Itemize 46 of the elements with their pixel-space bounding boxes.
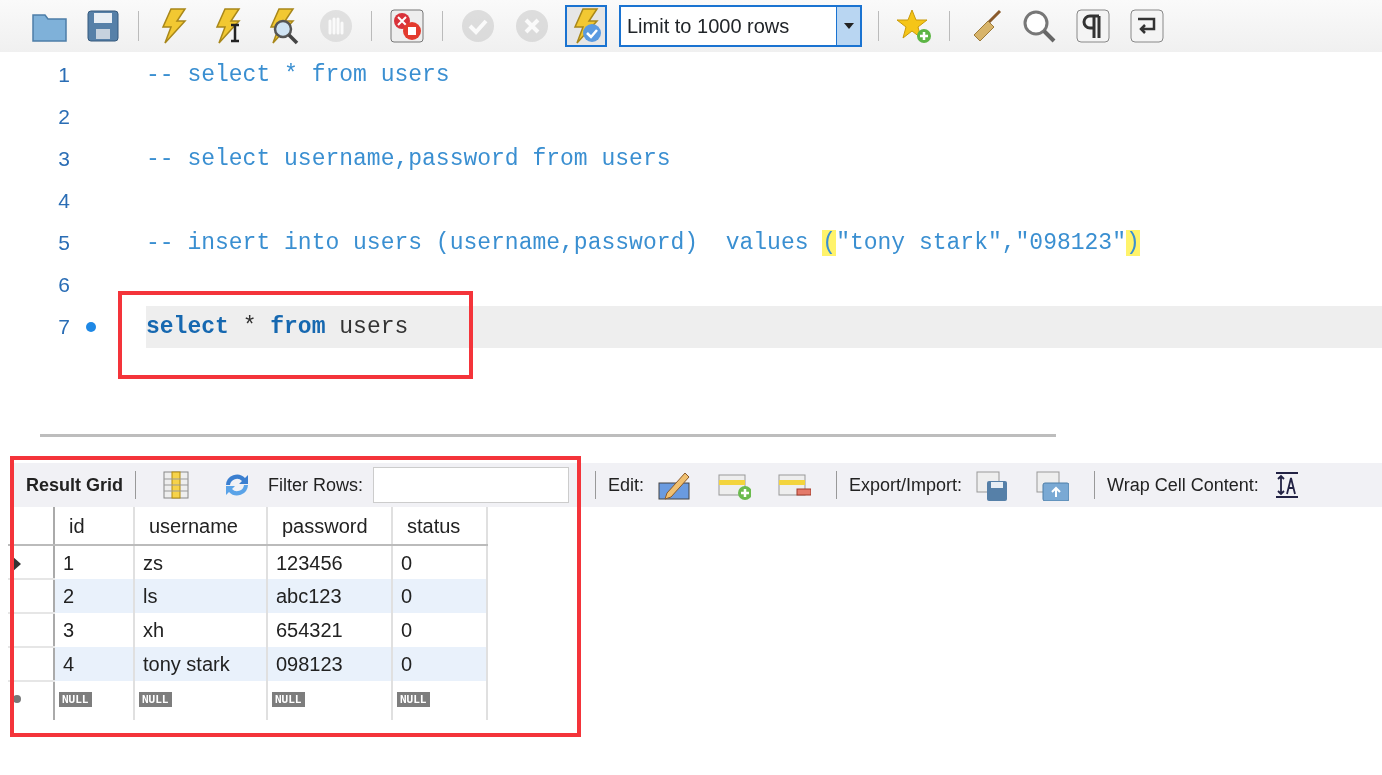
code-line: -- insert into users (username,password) values ("tony stark","098123") [146, 230, 1140, 256]
toolbar-label: Edit: [608, 473, 645, 497]
filter-field[interactable] [373, 467, 570, 503]
table-cell: 4 [54, 647, 134, 681]
hand-icon [317, 7, 355, 45]
line-number: 3 [57, 146, 70, 172]
null-badge: NULL [397, 692, 430, 707]
line-number: 6 [57, 272, 70, 298]
column-header[interactable]: username [134, 507, 267, 545]
pilcrow-icon [1074, 7, 1112, 45]
wrap-icon [1128, 7, 1166, 45]
line-number: 7 [57, 314, 70, 340]
table-cell: 0 [392, 647, 487, 681]
table-cell: 098123 [267, 647, 392, 681]
table-cell: tony stark [134, 647, 267, 681]
code-line: select * from users [146, 314, 409, 340]
null-badge: NULL [139, 692, 172, 707]
line-number: 1 [57, 62, 70, 88]
null-badge: NULL [272, 692, 305, 707]
new-row-icon [12, 693, 22, 704]
check-icon [459, 7, 497, 45]
table-cell: 2 [54, 579, 134, 613]
row-limit-dropdown[interactable]: Limit to 1000 rows [619, 5, 862, 47]
toolbar-label: Export/Import: [849, 473, 963, 497]
grid-save-icon[interactable] [975, 469, 1010, 501]
column-header[interactable]: password [267, 507, 392, 545]
panel-title: Result Grid [26, 473, 123, 497]
column-header[interactable]: status [392, 507, 487, 545]
toolbar-label: Wrap Cell Content: [1107, 473, 1259, 497]
cancel-icon [513, 7, 551, 45]
caret-icon [843, 23, 854, 29]
grid-import-icon[interactable] [1035, 469, 1070, 501]
line-number: 5 [57, 230, 70, 256]
null-badge: NULL [59, 692, 92, 707]
table-cell: ls [134, 579, 267, 613]
line-number: 4 [57, 188, 70, 214]
column-header[interactable]: id [54, 507, 134, 545]
table-cell: abc123 [267, 579, 392, 613]
toolbar-label: Filter Rows: [268, 473, 364, 497]
table-cell: 0 [392, 579, 487, 613]
save-icon [84, 7, 122, 45]
code-line: -- select * from users [146, 62, 450, 88]
star-add-icon [895, 7, 933, 45]
code-line: -- select username,password from users [146, 146, 671, 172]
error-stop-icon [388, 7, 426, 45]
line-number: 2 [57, 104, 70, 130]
